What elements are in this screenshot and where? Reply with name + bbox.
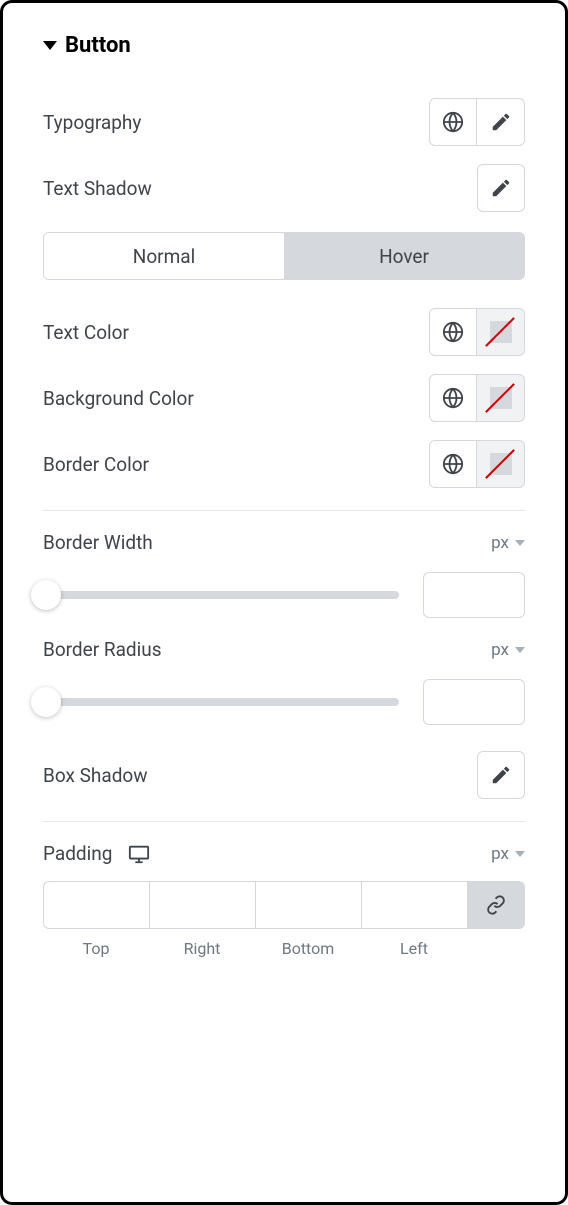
unit-value: px <box>491 640 509 660</box>
text-shadow-row: Text Shadow <box>43 164 525 212</box>
box-shadow-label: Box Shadow <box>43 764 148 787</box>
background-color-row: Background Color <box>43 374 525 422</box>
padding-unit-select[interactable]: px <box>491 844 525 864</box>
border-color-globe-button[interactable] <box>429 440 477 488</box>
border-width-slider[interactable] <box>43 591 399 599</box>
padding-row: Padding px <box>43 842 525 865</box>
padding-right-input[interactable] <box>149 881 255 929</box>
text-color-swatch-button[interactable] <box>477 308 525 356</box>
box-shadow-edit-button[interactable] <box>477 751 525 799</box>
edit-button[interactable] <box>477 98 525 146</box>
text-color-buttons <box>429 308 525 356</box>
border-radius-slider[interactable] <box>43 698 399 706</box>
border-width-label: Border Width <box>43 531 153 554</box>
border-radius-slider-row <box>43 679 525 725</box>
tab-hover[interactable]: Hover <box>284 233 524 279</box>
background-color-globe-button[interactable] <box>429 374 477 422</box>
globe-icon <box>442 453 464 475</box>
chevron-down-icon <box>515 647 525 653</box>
unit-value: px <box>491 533 509 553</box>
pencil-icon <box>490 177 512 199</box>
padding-caption-left: Left <box>400 939 428 958</box>
padding-label: Padding <box>43 842 112 865</box>
border-radius-label: Border Radius <box>43 638 162 661</box>
slider-thumb[interactable] <box>31 580 61 610</box>
divider <box>43 821 525 822</box>
border-radius-row: Border Radius px <box>43 638 525 661</box>
caret-down-icon <box>43 41 57 50</box>
border-color-label: Border Color <box>43 453 149 476</box>
border-color-buttons <box>429 440 525 488</box>
border-color-swatch-button[interactable] <box>477 440 525 488</box>
typography-buttons <box>429 98 525 146</box>
typography-label: Typography <box>43 111 141 134</box>
padding-col-bottom: Bottom <box>255 881 361 958</box>
border-width-unit-select[interactable]: px <box>491 533 525 553</box>
padding-caption-right: Right <box>184 939 221 958</box>
border-width-input[interactable] <box>423 572 525 618</box>
typography-row: Typography <box>43 98 525 146</box>
padding-label-group: Padding <box>43 842 150 865</box>
text-color-label: Text Color <box>43 321 129 344</box>
border-radius-input[interactable] <box>423 679 525 725</box>
background-color-buttons <box>429 374 525 422</box>
desktop-icon[interactable] <box>128 843 150 865</box>
padding-bottom-input[interactable] <box>255 881 361 929</box>
padding-top-input[interactable] <box>43 881 149 929</box>
box-shadow-row: Box Shadow <box>43 751 525 799</box>
pencil-icon <box>490 764 512 786</box>
unit-value: px <box>491 844 509 864</box>
section-header-button[interactable]: Button <box>43 33 525 58</box>
divider <box>43 510 525 511</box>
globe-icon <box>442 111 464 133</box>
border-color-row: Border Color <box>43 440 525 488</box>
globe-button[interactable] <box>429 98 477 146</box>
slider-thumb[interactable] <box>31 687 61 717</box>
padding-caption-top: Top <box>83 939 110 958</box>
border-width-slider-row <box>43 572 525 618</box>
padding-col-right: Right <box>149 881 255 958</box>
background-color-label: Background Color <box>43 387 194 410</box>
globe-icon <box>442 387 464 409</box>
border-radius-unit-select[interactable]: px <box>491 640 525 660</box>
globe-icon <box>442 321 464 343</box>
background-color-swatch-button[interactable] <box>477 374 525 422</box>
text-shadow-edit-button[interactable] <box>477 164 525 212</box>
pencil-icon <box>490 111 512 133</box>
padding-col-top: Top <box>43 881 149 958</box>
border-width-row: Border Width px <box>43 531 525 554</box>
padding-inputs: Top Right Bottom Left <box>43 881 525 958</box>
padding-caption-bottom: Bottom <box>282 939 335 958</box>
text-color-globe-button[interactable] <box>429 308 477 356</box>
text-shadow-label: Text Shadow <box>43 177 152 200</box>
tab-normal[interactable]: Normal <box>44 233 284 279</box>
link-icon <box>486 895 506 915</box>
chevron-down-icon <box>515 540 525 546</box>
padding-left-input[interactable] <box>361 881 467 929</box>
padding-col-left: Left <box>361 881 467 958</box>
text-color-row: Text Color <box>43 308 525 356</box>
padding-link-button[interactable] <box>467 881 525 929</box>
chevron-down-icon <box>515 851 525 857</box>
state-tabs: Normal Hover <box>43 232 525 280</box>
section-title: Button <box>65 33 131 58</box>
